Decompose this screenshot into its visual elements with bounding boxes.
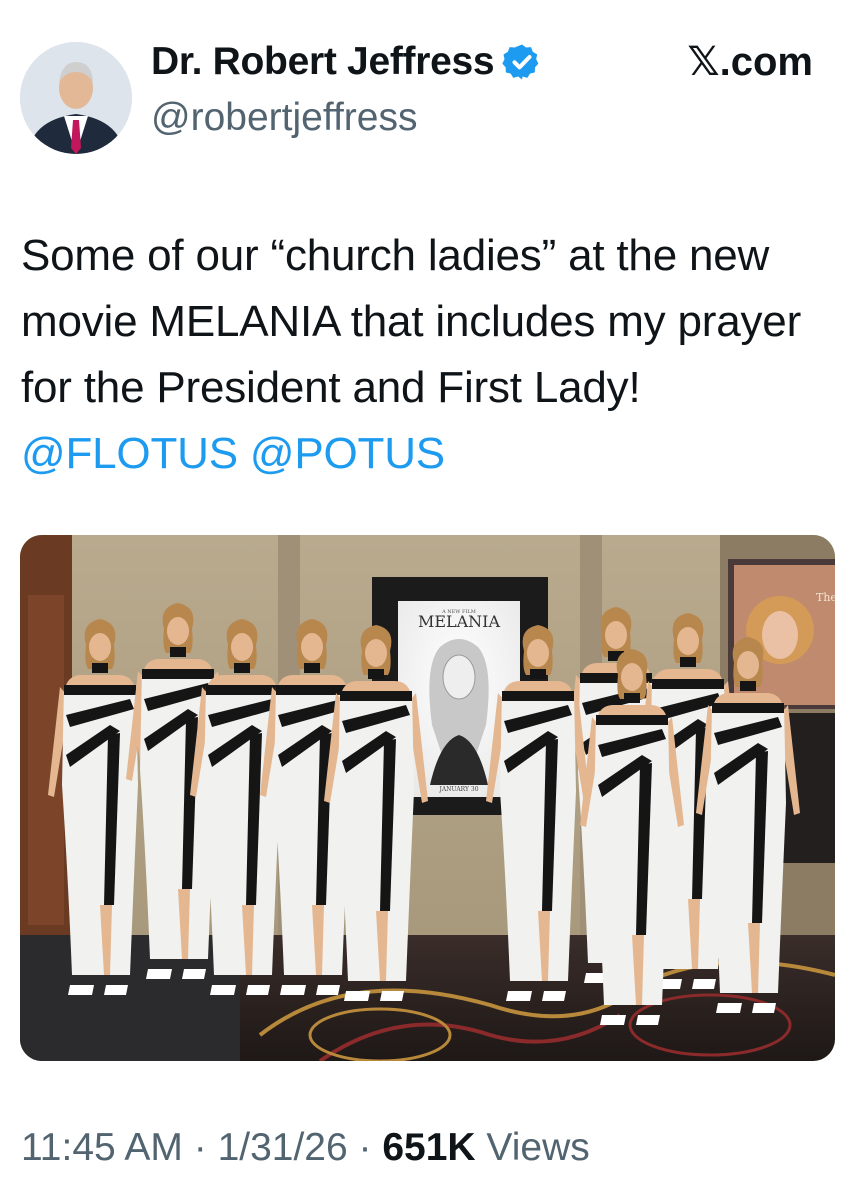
tweet-time[interactable]: 11:45 AM — [21, 1126, 183, 1169]
author-handle[interactable]: @robertjeffress — [151, 96, 417, 140]
author-avatar[interactable] — [20, 42, 132, 154]
views-label: Views — [475, 1126, 590, 1169]
meta-separator: · — [182, 1126, 218, 1169]
tweet-text: Some of our “church ladies” at the new m… — [21, 223, 841, 487]
x-logo-icon: 𝕏 — [687, 39, 720, 85]
site-domain: .com — [719, 40, 813, 84]
mention-flotus[interactable]: @FLOTUS — [21, 429, 238, 478]
mention-potus[interactable]: @POTUS — [250, 429, 445, 478]
tweet-date[interactable]: 1/31/26 — [218, 1126, 348, 1169]
site-label: 𝕏.com — [687, 40, 813, 84]
avatar-image — [20, 42, 132, 154]
mention-separator — [238, 429, 250, 478]
meta-separator: · — [347, 1126, 383, 1169]
views-count: 651K — [382, 1126, 476, 1169]
tweet-meta: 11:45 AM · 1/31/26 · 651K Views — [21, 1124, 590, 1172]
verified-badge-icon[interactable] — [502, 42, 542, 82]
corner-poster-text: The — [816, 591, 835, 604]
author-name-row[interactable]: Dr. Robert Jeffress — [151, 40, 542, 84]
tweet-photo[interactable]: The A NEW FILM MELANIA JANUARY 30 — [20, 535, 835, 1061]
tweet-body: Some of our “church ladies” at the new m… — [21, 231, 802, 412]
poster-title: MELANIA — [418, 612, 501, 631]
author-display-name[interactable]: Dr. Robert Jeffress — [151, 40, 495, 84]
poster-date: JANUARY 30 — [438, 786, 478, 793]
photo-illustration: The A NEW FILM MELANIA JANUARY 30 — [20, 535, 835, 1061]
